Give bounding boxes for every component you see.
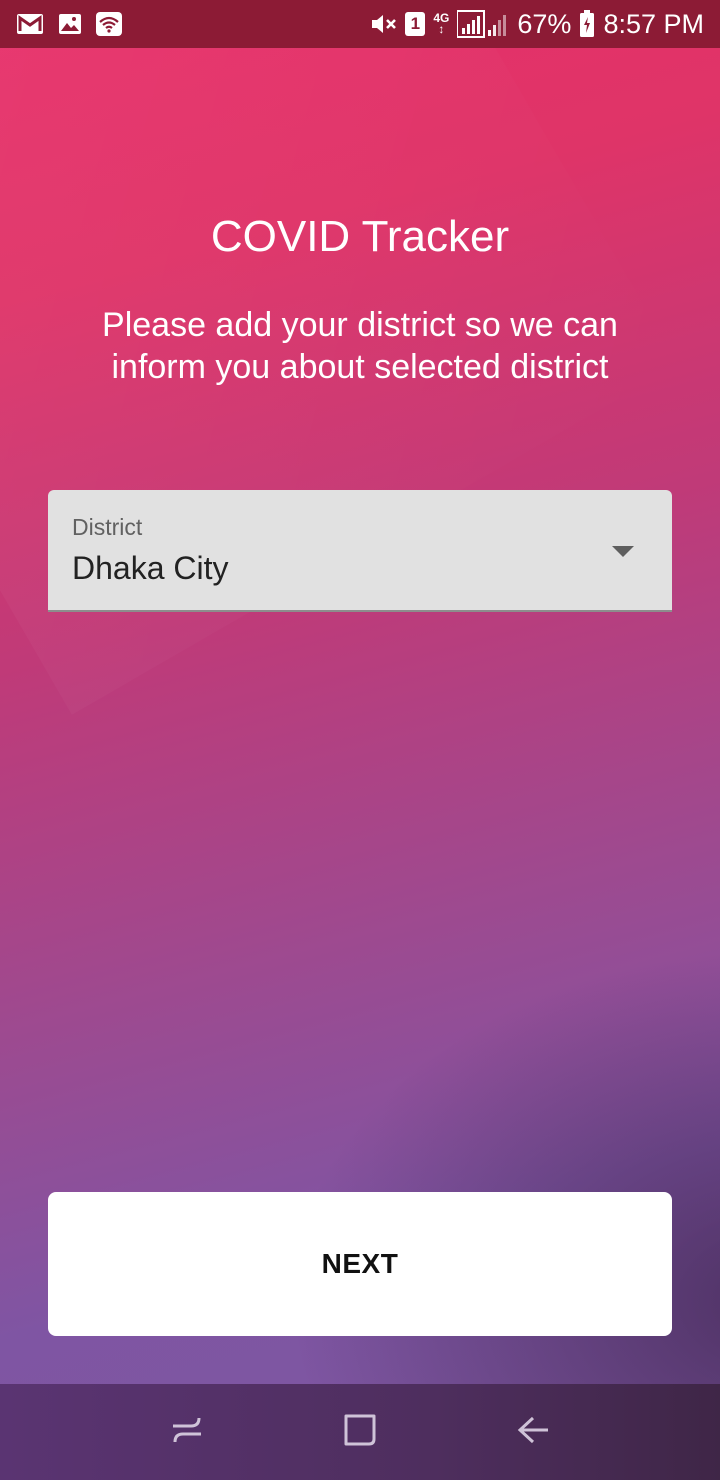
status-left-icons (16, 12, 122, 36)
battery-percent: 67% (517, 8, 572, 39)
page-title: COVID Tracker (210, 212, 510, 261)
wifi-icon (96, 12, 122, 36)
battery-icon (579, 10, 595, 38)
page-subtitle: Please add your district so we can infor… (102, 306, 618, 386)
district-dropdown[interactable]: District Dhaka City (48, 490, 672, 612)
gallery-icon (58, 13, 82, 35)
signal-icon (457, 10, 509, 38)
clock: 8:57 PM (603, 8, 704, 39)
mute-vibrate-icon (369, 11, 397, 37)
gmail-icon (16, 12, 44, 36)
recent-apps-button[interactable] (157, 1402, 217, 1462)
home-button[interactable] (330, 1402, 390, 1462)
dropdown-arrow-icon (612, 546, 634, 557)
district-selected-value: Dhaka City (72, 550, 229, 586)
home-icon (341, 1411, 379, 1454)
network-4g-icon: 4G ↕ (433, 11, 450, 36)
back-button[interactable] (503, 1402, 563, 1462)
network-type-label: 4G (433, 11, 450, 25)
district-label: District (72, 514, 143, 540)
app-screen: 1 4G ↕ 67% 8:57 PM COVID Tracker Please … (0, 0, 720, 1480)
status-right-icons: 1 4G ↕ 67% 8:57 PM (369, 9, 704, 40)
recent-apps-icon (169, 1412, 205, 1453)
navigation-bar (0, 1384, 720, 1480)
back-icon (515, 1412, 551, 1453)
next-button[interactable]: NEXT (48, 1192, 672, 1336)
status-bar: 1 4G ↕ 67% 8:57 PM (0, 0, 720, 48)
sim-icon: 1 (405, 12, 426, 36)
